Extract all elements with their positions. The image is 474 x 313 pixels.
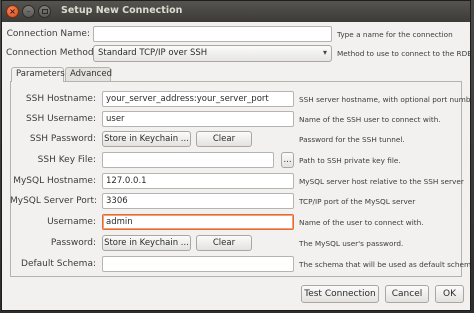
connection-method-value: Standard TCP/IP over SSH — [98, 48, 208, 58]
ssh-key-file-hint: Path to SSH private key file. — [299, 156, 401, 165]
ssh-key-file-label: SSH Key File: — [37, 155, 96, 165]
title-bar: × – Setup New Connection — [2, 1, 470, 22]
connection-method-label: Connection Method: — [6, 48, 97, 58]
username-hint: Name of the user to connect with. — [299, 218, 424, 227]
connection-method-select[interactable]: Standard TCP/IP over SSH ▾ — [93, 45, 332, 62]
ssh-hostname-label: SSH Hostname: — [25, 94, 96, 104]
ssh-password-hint: Password for the SSH tunnel. — [299, 135, 405, 144]
ssh-hostname-input[interactable]: your_server_address:your_server_port — [102, 91, 294, 107]
default-schema-label: Default Schema: — [21, 259, 96, 269]
tab-advanced[interactable]: Advanced — [65, 67, 112, 81]
ssh-username-label: SSH Username: — [26, 114, 96, 124]
mysql-port-input[interactable]: 3306 — [102, 193, 294, 209]
tab-parameters[interactable]: Parameters — [11, 67, 65, 82]
maximize-icon[interactable] — [38, 5, 51, 18]
connection-name-label: Connection Name: — [6, 29, 90, 39]
mysql-port-hint: TCP/IP port of the MySQL server — [299, 197, 416, 206]
default-schema-hint: The schema that will be used as default … — [299, 260, 471, 269]
test-connection-button[interactable]: Test Connection — [301, 285, 379, 303]
ok-button[interactable]: OK — [435, 285, 464, 303]
password-hint: The MySQL user's password. — [299, 239, 404, 248]
ssh-password-label: SSH Password: — [29, 134, 96, 144]
minimize-icon[interactable]: – — [22, 5, 35, 18]
default-schema-input[interactable] — [102, 256, 294, 272]
username-label: Username: — [47, 217, 96, 227]
close-icon[interactable]: × — [6, 5, 19, 18]
ssh-username-input[interactable]: user — [102, 111, 294, 127]
mysql-hostname-hint: MySQL server host relative to the SSH se… — [299, 177, 464, 186]
browse-key-file-button[interactable]: ... — [281, 152, 294, 168]
ssh-password-store-button[interactable]: Store in Keychain ... — [102, 131, 191, 147]
mysql-port-label: MySQL Server Port: — [10, 196, 98, 206]
password-clear-button[interactable]: Clear — [196, 235, 252, 251]
mysql-hostname-input[interactable]: 127.0.0.1 — [102, 173, 294, 189]
ssh-password-clear-button[interactable]: Clear — [196, 131, 252, 147]
ssh-key-file-input[interactable] — [102, 152, 274, 168]
chevron-down-icon: ▾ — [322, 48, 327, 57]
password-label: Password: — [50, 238, 96, 248]
setup-connection-dialog: × – Setup New Connection Connection Name… — [1, 0, 471, 311]
password-store-button[interactable]: Store in Keychain ... — [102, 235, 191, 251]
username-input[interactable]: admin — [102, 214, 294, 230]
connection-name-input[interactable] — [93, 26, 332, 42]
ssh-username-hint: Name of the SSH user to connect with. — [299, 115, 441, 124]
cancel-button[interactable]: Cancel — [385, 285, 429, 303]
connection-name-hint: Type a name for the connection — [337, 30, 453, 39]
connection-method-hint: Method to use to connect to the RDBMS — [337, 49, 471, 58]
window-title: Setup New Connection — [61, 5, 183, 16]
ssh-hostname-hint: SSH server hostname, with optional port … — [299, 95, 471, 104]
mysql-hostname-label: MySQL Hostname: — [13, 176, 96, 186]
